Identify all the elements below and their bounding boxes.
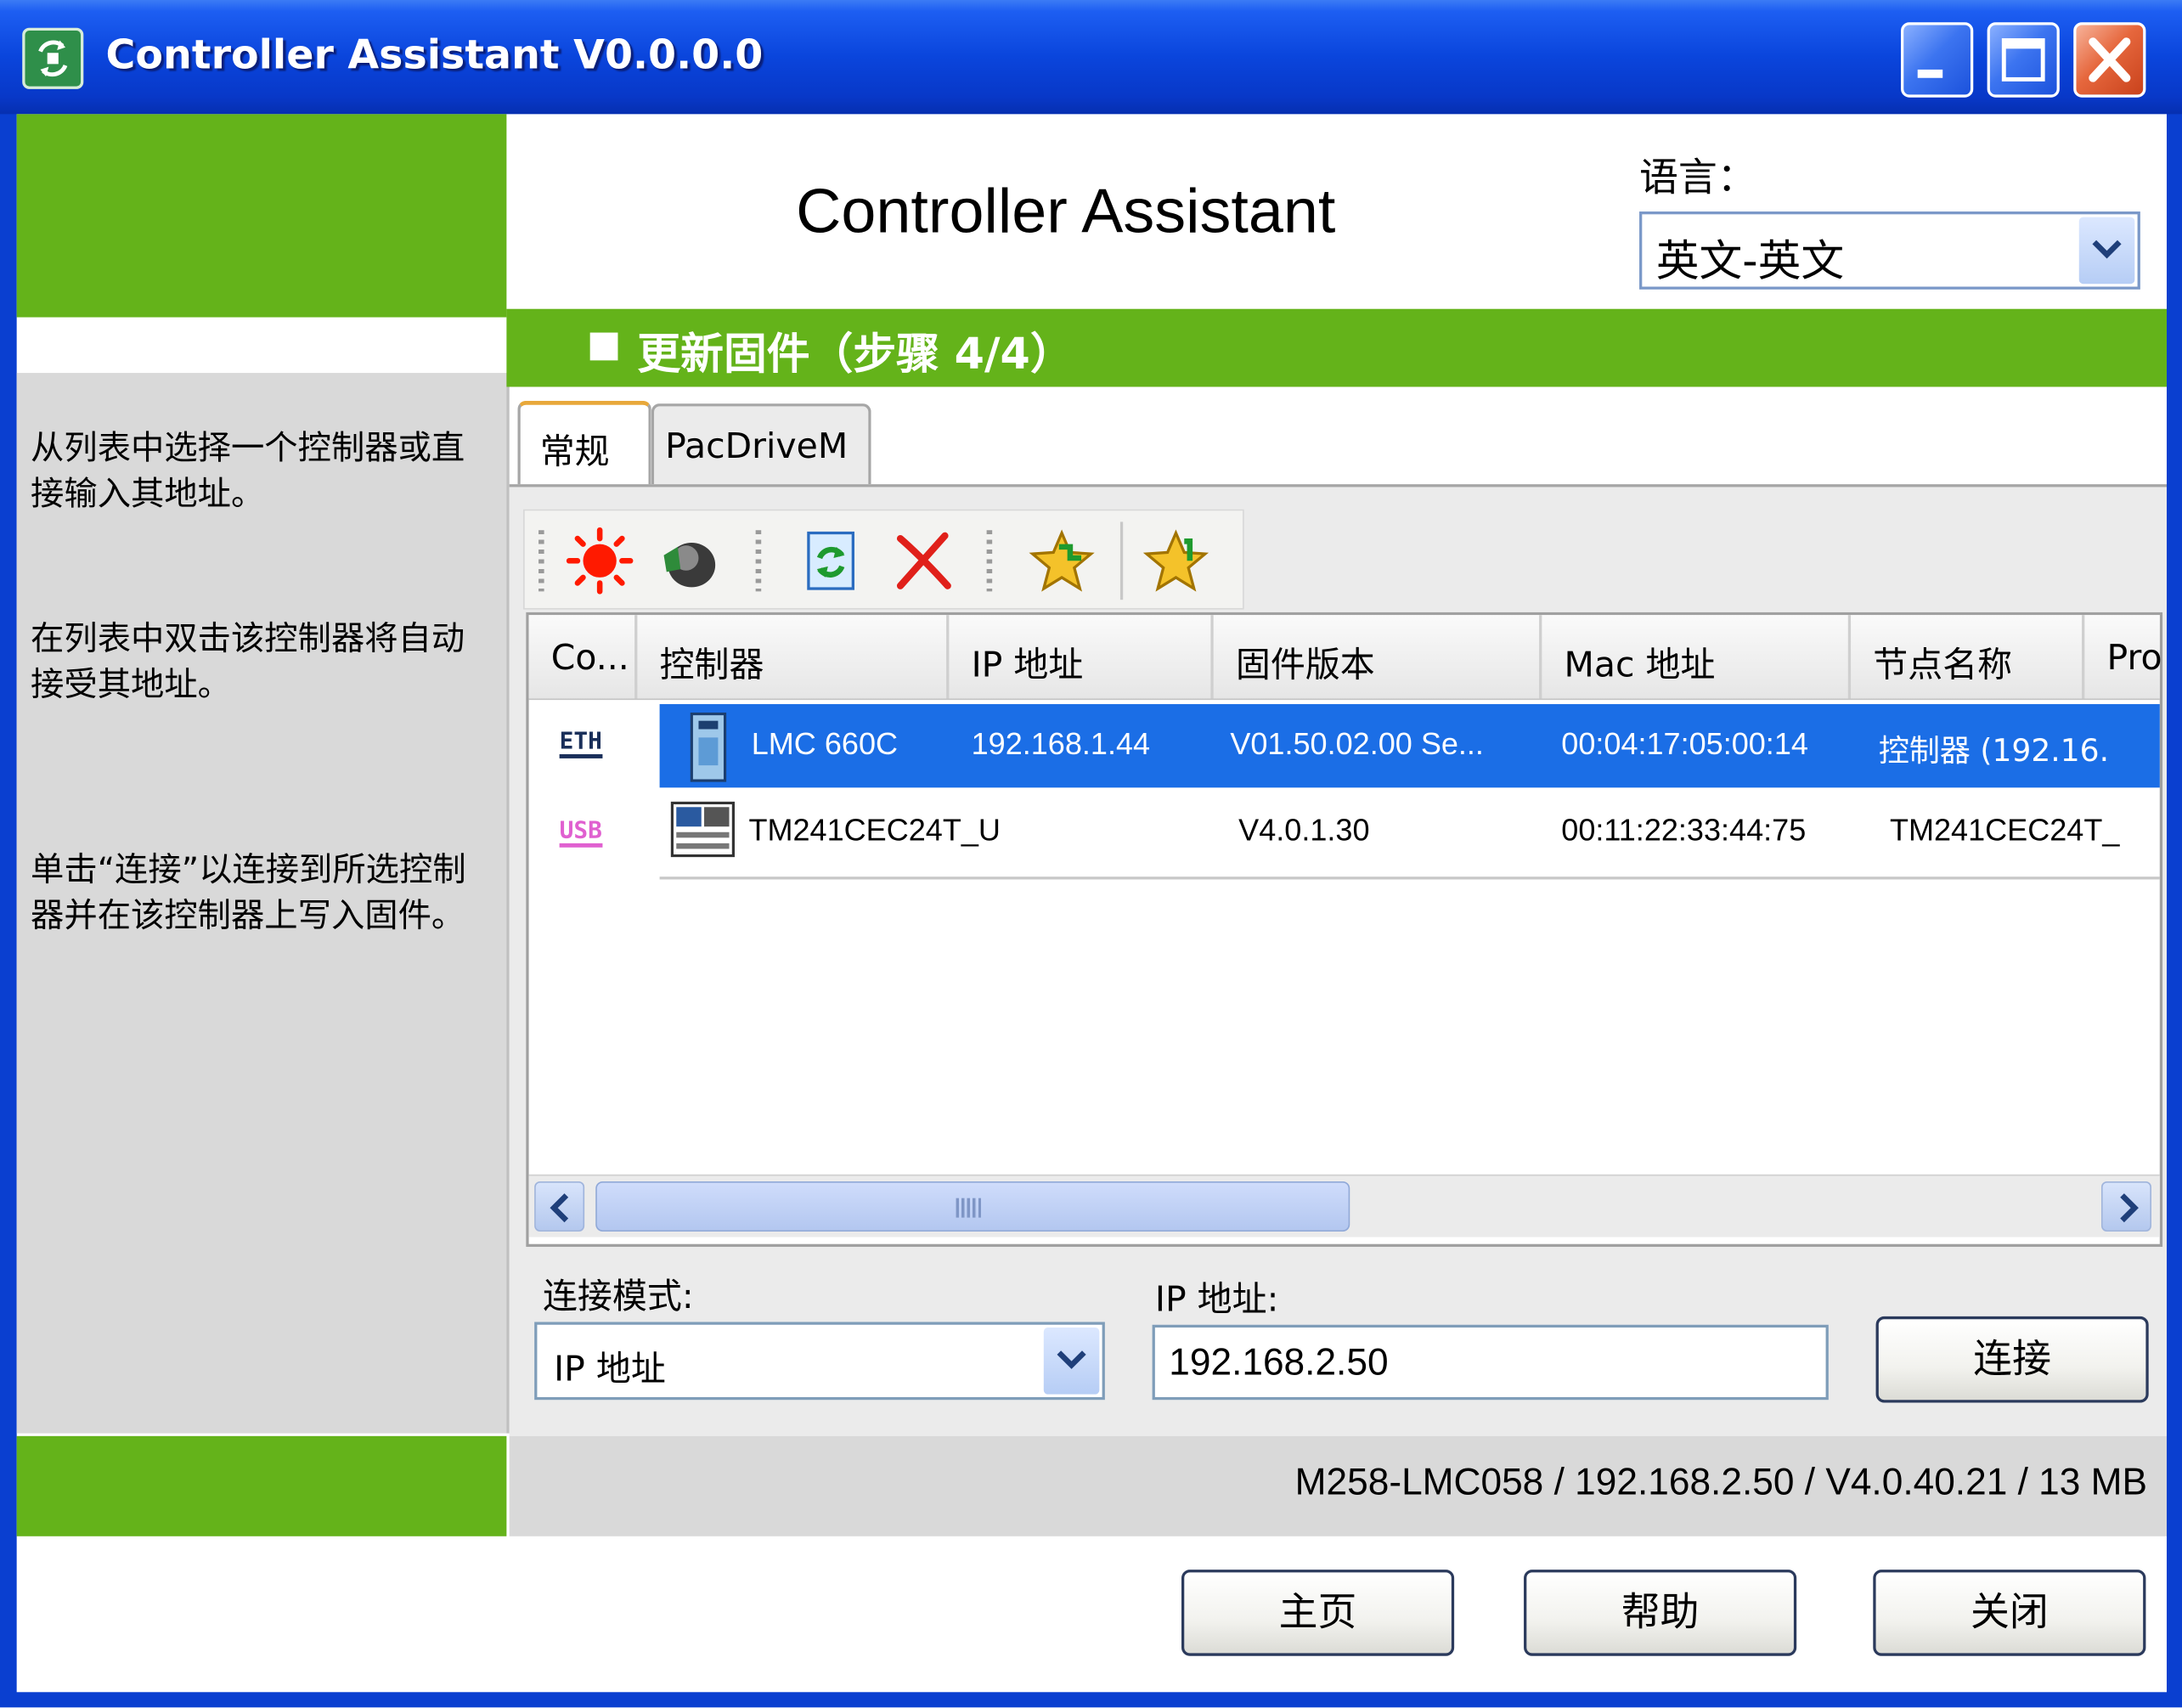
controller-node-name: 控制器 (192.16. <box>1878 735 2110 770</box>
help-panel: 从列表中选择一个控制器或直接输入其地址。 在列表中双击该控制器将自动接受其地址。… <box>16 373 510 1434</box>
toolbar-grip[interactable] <box>755 530 762 592</box>
step-header: 更新固件（步骤 4/4） <box>506 308 2167 387</box>
tab-pacdrivem[interactable]: PacDriveM <box>651 403 871 485</box>
blink-led-icon[interactable] <box>566 527 634 595</box>
toolbar-separator <box>1119 521 1124 600</box>
ip-address-input[interactable]: 192.168.2.50 <box>1152 1324 1829 1401</box>
table-row[interactable]: USB TM241CEC24T_U V4.0.1.30 00:11:22:33:… <box>529 791 2160 877</box>
close-button[interactable]: 关闭 <box>1873 1570 2146 1656</box>
tab-pacdrivem-label: PacDriveM <box>665 426 849 466</box>
controller-node-name: TM241CEC24T_ <box>1889 812 2120 848</box>
column-header-mac[interactable]: Mac 地址 <box>1542 615 1852 699</box>
connection-mode-label: 连接模式: <box>542 1276 694 1316</box>
controller-mac: 00:11:22:33:44:75 <box>1561 812 1807 848</box>
column-header-ip[interactable]: IP 地址 <box>949 615 1214 699</box>
controller-name: LMC 660C <box>751 726 899 762</box>
connection-mode-select[interactable]: IP 地址 <box>534 1322 1105 1401</box>
row-divider <box>659 877 2160 880</box>
language-value: 英文-英文 <box>1655 236 1845 287</box>
connection-mode-value: IP 地址 <box>554 1348 666 1390</box>
scroll-left-button[interactable] <box>534 1181 585 1232</box>
application-window: Controller Assistant V0.0.0.0 从列表中选择一个控制… <box>0 0 2182 1708</box>
maximize-button[interactable] <box>1987 22 2060 98</box>
controller-list[interactable]: Co... 控制器 IP 地址 固件版本 Mac 地址 节点名称 Pro ETH <box>526 612 2163 1248</box>
bullet-icon <box>589 332 618 361</box>
ip-address-label: IP 地址: <box>1154 1278 1279 1320</box>
refresh-icon[interactable] <box>798 527 865 595</box>
column-header-firmware[interactable]: 固件版本 <box>1214 615 1542 699</box>
app-icon <box>22 27 84 89</box>
device-icon[interactable] <box>656 527 723 595</box>
step-title: 更新固件（步骤 4/4） <box>637 330 1074 380</box>
column-header-node-name[interactable]: 节点名称 <box>1851 615 2085 699</box>
controller-firmware: V01.50.02.00 Se... <box>1230 726 1484 762</box>
ethernet-icon: ETH <box>559 730 602 758</box>
table-row[interactable]: ETH LMC 660C 192.168.1.44 V01.50.02.00 S… <box>529 704 2160 791</box>
help-text-select: 从列表中选择一个控制器或直接输入其地址。 <box>31 428 465 514</box>
language-label: 语言： <box>1639 154 1756 200</box>
column-header-controller[interactable]: 控制器 <box>637 615 950 699</box>
chevron-right-icon <box>2120 1193 2139 1223</box>
add-favorite-icon[interactable] <box>1029 527 1096 595</box>
home-button[interactable]: 主页 <box>1181 1570 1455 1656</box>
usb-icon: USB <box>559 818 602 848</box>
help-text-doubleclick: 在列表中双击该控制器将自动接受其地址。 <box>31 619 465 705</box>
controller-firmware: V4.0.1.30 <box>1238 812 1370 848</box>
title-bar[interactable]: Controller Assistant V0.0.0.0 <box>0 0 2182 115</box>
chevron-left-icon <box>550 1193 569 1223</box>
tab-panel: Co... 控制器 IP 地址 固件版本 Mac 地址 节点名称 Pro ETH <box>509 484 2167 1436</box>
controller-device-icon <box>690 712 727 787</box>
scroll-right-button[interactable] <box>2100 1181 2151 1232</box>
close-window-button[interactable] <box>2073 22 2146 98</box>
toolbar-grip[interactable] <box>986 530 993 592</box>
controller-ip: 192.168.1.44 <box>971 726 1151 762</box>
help-text-connect: 单击“连接”以连接到所选控制器并在该控制器上写入固件。 <box>31 850 466 936</box>
status-text: M258-LMC058 / 192.168.2.50 / V4.0.40.21 … <box>1294 1461 2148 1503</box>
connection-mode-dropdown-button[interactable] <box>1043 1328 1100 1395</box>
brand-block-top <box>16 114 507 318</box>
status-bar: M258-LMC058 / 192.168.2.50 / V4.0.40.21 … <box>509 1435 2167 1536</box>
toolbar-grip[interactable] <box>538 530 544 592</box>
connect-button[interactable]: 连接 <box>1875 1316 2149 1403</box>
chevron-down-icon <box>1057 1350 1086 1369</box>
controller-device-icon <box>670 801 736 863</box>
close-icon <box>2089 37 2131 82</box>
list-header: Co... 控制器 IP 地址 固件版本 Mac 地址 节点名称 Pro <box>528 615 2162 701</box>
window-title: Controller Assistant V0.0.0.0 <box>105 31 764 78</box>
tab-general[interactable]: 常规 <box>517 400 651 488</box>
grip-icon <box>956 1198 984 1218</box>
tab-general-label: 常规 <box>539 431 610 472</box>
controller-name: TM241CEC24T_U <box>748 812 1001 848</box>
minimize-button[interactable] <box>1901 22 1974 98</box>
delete-icon[interactable] <box>889 527 956 595</box>
client-area: 从列表中选择一个控制器或直接输入其地址。 在列表中双击该控制器将自动接受其地址。… <box>16 114 2167 1693</box>
scroll-thumb[interactable] <box>595 1181 1350 1232</box>
maximize-icon <box>2001 38 2045 82</box>
horizontal-scrollbar[interactable] <box>528 1174 2160 1237</box>
language-dropdown-button[interactable] <box>2078 217 2135 285</box>
chevron-down-icon <box>2092 240 2122 259</box>
minimize-icon <box>1917 69 1943 78</box>
brand-block-bottom <box>16 1435 507 1536</box>
favorite-icon[interactable] <box>1142 527 1209 595</box>
controller-mac: 00:04:17:05:00:14 <box>1561 726 1808 762</box>
toolbar <box>523 509 1244 610</box>
language-select[interactable]: 英文-英文 <box>1639 211 2140 290</box>
column-header-pro[interactable]: Pro <box>2084 615 2162 698</box>
column-header-connection[interactable]: Co... <box>529 615 638 699</box>
help-button[interactable]: 帮助 <box>1524 1570 1797 1656</box>
page-title: Controller Assistant <box>796 175 1336 246</box>
